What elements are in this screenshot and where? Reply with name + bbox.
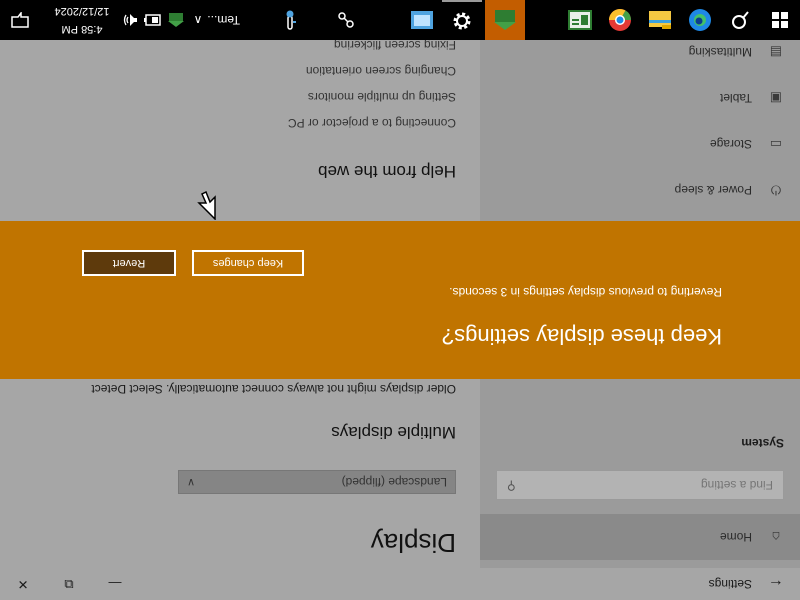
sidebar-item-power-sleep[interactable]: ⏻ Power & sleep [480, 170, 800, 210]
screen: ← Settings — ⧉ ✕ ⌂ Home ⚲ System ⏻ Power… [0, 0, 800, 600]
dialog-message: Reverting to previous display settings i… [449, 285, 722, 299]
search-box[interactable]: ⚲ [496, 470, 784, 500]
search-icon [732, 11, 749, 29]
clock-time: 4:58 PM [61, 23, 103, 35]
taskbar-edge[interactable] [680, 0, 720, 40]
power-icon: ⏻ [770, 183, 782, 198]
taskbar-remote-desktop[interactable] [402, 0, 442, 40]
start-button[interactable] [760, 0, 800, 40]
sidebar-item-storage[interactable]: ▭ Storage [480, 124, 800, 164]
clock-date: 12/12/2024 [54, 5, 110, 17]
dialog-title: Keep these display settings? [441, 324, 722, 349]
volume-icon [123, 14, 137, 26]
green-app-icon [494, 10, 516, 30]
keep-changes-button[interactable]: Keep changes [192, 250, 304, 276]
tray-network[interactable] [332, 0, 360, 40]
tablet-icon: ▣ [769, 91, 783, 106]
home-icon: ⌂ [771, 529, 781, 545]
window-app-icon [568, 10, 592, 30]
help-link-orientation[interactable]: Changing screen orientation [306, 64, 456, 78]
multitasking-icon: ▤ [769, 45, 783, 60]
notification-icon [11, 12, 29, 28]
section-label: System [741, 436, 784, 450]
mouse-cursor-icon [197, 190, 216, 220]
sidebar-item-tablet[interactable]: ▣ Tablet [480, 78, 800, 118]
orientation-dropdown[interactable]: Landscape (flipped) ∨ [178, 470, 456, 494]
sidebar-item-label: Home [719, 530, 752, 544]
taskbar-chrome[interactable] [600, 0, 640, 40]
storage-icon: ▭ [769, 137, 783, 152]
keep-settings-dialog: Keep these display settings? Reverting t… [0, 221, 800, 379]
tray-thermometer[interactable] [276, 0, 304, 40]
help-link-projector[interactable]: Connecting to a projector or PC [288, 116, 456, 130]
chevron-down-icon: ∨ [187, 476, 196, 488]
notifications-button[interactable] [0, 0, 40, 40]
sidebar-item-label: Multitasking [688, 45, 752, 59]
help-heading: Help from the web [318, 162, 456, 181]
sidebar-item-label: Power & sleep [674, 183, 752, 197]
sidebar-item-home[interactable]: ⌂ Home [480, 514, 800, 560]
taskbar-green-app[interactable] [485, 0, 525, 40]
taskbar-file-explorer[interactable] [640, 0, 680, 40]
revert-button[interactable]: Revert [82, 250, 176, 276]
chrome-icon [609, 9, 631, 31]
multiple-displays-heading: Multiple displays [331, 423, 456, 442]
taskbar-app-window[interactable] [560, 0, 600, 40]
sidebar-item-label: Tablet [719, 91, 752, 105]
battery-icon [144, 14, 161, 26]
orientation-value: Landscape (flipped) [341, 475, 447, 489]
back-button[interactable]: ← [752, 568, 800, 600]
title-bar: ← Settings — ⧉ ✕ [0, 568, 800, 600]
tray-overflow-button[interactable]: ∧ [188, 0, 208, 40]
maximize-button[interactable]: ⧉ [46, 568, 92, 600]
help-link-flickering[interactable]: Fixing screen flickering [334, 38, 456, 52]
folder-icon [649, 11, 671, 29]
remote-desktop-icon [411, 11, 433, 29]
thermometer-icon [286, 10, 296, 30]
window-title: Settings [708, 577, 752, 591]
tray-battery[interactable] [140, 0, 164, 40]
minimize-button[interactable]: — [92, 568, 138, 600]
sidebar-item-label: Storage [709, 137, 752, 151]
tray-volume[interactable] [120, 0, 140, 40]
taskbar: Tem... ∧ 4:58 PM 12/12/2024 [0, 0, 800, 40]
multiple-displays-description: Older displays might not always connect … [91, 382, 456, 396]
taskbar-running-app-label[interactable]: Tem... [207, 0, 240, 40]
close-button[interactable]: ✕ [0, 568, 46, 600]
green-app-icon [168, 13, 184, 27]
page-title: Display [370, 528, 456, 558]
search-button[interactable] [720, 0, 760, 40]
search-input[interactable] [513, 471, 783, 499]
help-link-multiple-monitors[interactable]: Setting up multiple monitors [308, 90, 456, 104]
taskbar-clock[interactable]: 4:58 PM 12/12/2024 [44, 2, 120, 38]
windows-logo-icon [772, 12, 788, 28]
search-icon: ⚲ [507, 479, 516, 493]
gear-icon [453, 12, 471, 30]
edge-icon [689, 9, 711, 31]
taskbar-settings[interactable] [442, 0, 482, 40]
network-icon [338, 12, 354, 28]
tray-green-app[interactable] [164, 0, 188, 40]
